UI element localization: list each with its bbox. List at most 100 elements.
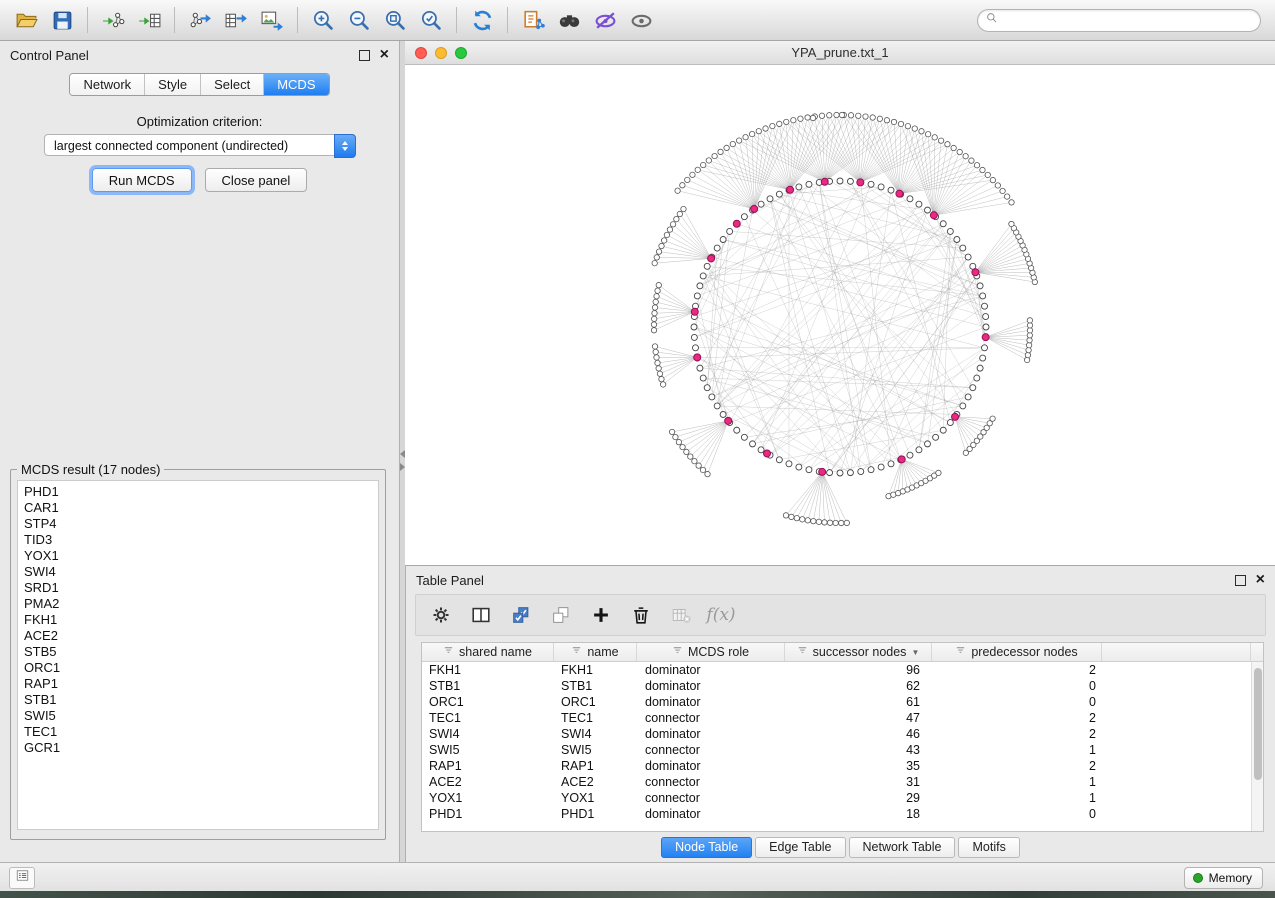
expand-right-icon[interactable] (400, 463, 405, 471)
mcds-node-item[interactable]: STP4 (18, 516, 378, 532)
tab-edge-table[interactable]: Edge Table (755, 837, 845, 858)
search-box[interactable] (977, 9, 1261, 32)
tab-network[interactable]: Network (70, 74, 144, 95)
import-network-button[interactable] (95, 4, 131, 36)
table-row[interactable]: SWI5SWI5connector431 (422, 742, 1263, 758)
function-builder-button[interactable]: f(x) (704, 599, 738, 631)
maximize-window-icon[interactable] (455, 47, 467, 59)
export-table-button[interactable] (218, 4, 254, 36)
mcds-result-list[interactable]: PHD1CAR1STP4TID3YOX1SWI4SRD1PMA2FKH1ACE2… (17, 480, 379, 830)
network-view[interactable] (405, 65, 1275, 565)
column-header-successor-nodes[interactable]: successor nodes ▼ (785, 643, 932, 661)
task-history-button[interactable] (9, 867, 35, 889)
sort-icon (443, 645, 454, 659)
deselect-all-rows-button[interactable] (544, 599, 578, 631)
column-header-mcds-role[interactable]: MCDS role (637, 643, 785, 661)
close-panel-button[interactable]: Close panel (205, 168, 308, 192)
memory-button[interactable]: Memory (1184, 867, 1263, 889)
mcds-node-item[interactable]: TID3 (18, 532, 378, 548)
zoom-fit-button[interactable] (377, 4, 413, 36)
node-table-header: shared name name MCDS role successor nod… (422, 643, 1263, 662)
mcds-node-item[interactable]: ORC1 (18, 660, 378, 676)
export-network-button[interactable] (182, 4, 218, 36)
node-table-body: FKH1FKH1dominator962STB1STB1dominator620… (422, 662, 1263, 822)
clone-network-button[interactable] (515, 4, 551, 36)
export-image-button[interactable] (254, 4, 290, 36)
table-cell: SWI4 (554, 727, 637, 741)
column-header-filler (1102, 643, 1251, 661)
column-label: shared name (459, 645, 532, 659)
criterion-dropdown[interactable]: largest connected component (undirected) (44, 134, 356, 156)
mcds-node-item[interactable]: CAR1 (18, 500, 378, 516)
search-input[interactable] (999, 10, 1260, 31)
table-row[interactable]: RAP1RAP1dominator352 (422, 758, 1263, 774)
float-panel-icon[interactable] (359, 50, 370, 61)
tab-select[interactable]: Select (200, 74, 263, 95)
open-session-button[interactable] (8, 4, 44, 36)
column-header-shared-name[interactable]: shared name (422, 643, 554, 661)
mcds-node-item[interactable]: ACE2 (18, 628, 378, 644)
network-canvas[interactable] (405, 65, 1275, 565)
show-graphics-details-button[interactable] (623, 4, 659, 36)
split-panel-button[interactable] (464, 599, 498, 631)
delete-columns-button[interactable] (624, 599, 658, 631)
table-cell: YOX1 (554, 791, 637, 805)
scrollbar-thumb[interactable] (1254, 668, 1262, 780)
zoom-out-button[interactable] (341, 4, 377, 36)
close-table-panel-icon[interactable]: × (1256, 574, 1265, 586)
tab-motifs[interactable]: Motifs (958, 837, 1019, 858)
save-session-button[interactable] (44, 4, 80, 36)
mcds-node-item[interactable]: RAP1 (18, 676, 378, 692)
toolbar-separator (297, 7, 298, 33)
zoom-selected-button[interactable] (413, 4, 449, 36)
tab-node-table[interactable]: Node Table (661, 837, 752, 858)
mcds-node-item[interactable]: PMA2 (18, 596, 378, 612)
minimize-window-icon[interactable] (435, 47, 447, 59)
column-header-predecessor-nodes[interactable]: predecessor nodes (932, 643, 1102, 661)
mcds-node-item[interactable]: SRD1 (18, 580, 378, 596)
mcds-node-item[interactable]: FKH1 (18, 612, 378, 628)
column-settings-button[interactable] (424, 599, 458, 631)
column-header-name[interactable]: name (554, 643, 637, 661)
table-row[interactable]: PHD1PHD1dominator180 (422, 806, 1263, 822)
mcds-node-item[interactable]: STB1 (18, 692, 378, 708)
table-row[interactable]: FKH1FKH1dominator962 (422, 662, 1263, 678)
mcds-node-item[interactable]: GCR1 (18, 740, 378, 756)
refresh-network-button[interactable] (464, 4, 500, 36)
mcds-node-item[interactable]: PHD1 (18, 484, 378, 500)
search-network-button[interactable] (551, 4, 587, 36)
mcds-node-item[interactable]: SWI4 (18, 564, 378, 580)
close-window-icon[interactable] (415, 47, 427, 59)
tab-mcds[interactable]: MCDS (263, 74, 328, 95)
collapse-left-icon[interactable] (400, 450, 405, 458)
mcds-node-item[interactable]: TEC1 (18, 724, 378, 740)
application-window: Control Panel × Network Style Select MCD… (0, 0, 1275, 898)
import-table-button[interactable] (131, 4, 167, 36)
table-cell: 18 (785, 807, 932, 821)
table-row[interactable]: STB1STB1dominator620 (422, 678, 1263, 694)
show-graphics-details-icon (629, 8, 654, 33)
open-session-icon (14, 8, 39, 33)
table-panel-title: Table Panel (416, 573, 484, 588)
close-panel-icon[interactable]: × (380, 49, 389, 61)
mcds-node-item[interactable]: STB5 (18, 644, 378, 660)
create-column-button[interactable] (584, 599, 618, 631)
table-row[interactable]: YOX1YOX1connector291 (422, 790, 1263, 806)
select-all-rows-button[interactable] (504, 599, 538, 631)
zoom-in-button[interactable] (305, 4, 341, 36)
run-mcds-button[interactable]: Run MCDS (92, 168, 192, 192)
tab-network-table[interactable]: Network Table (849, 837, 956, 858)
table-scrollbar[interactable] (1251, 662, 1263, 831)
mcds-node-item[interactable]: YOX1 (18, 548, 378, 564)
table-row[interactable]: TEC1TEC1connector472 (422, 710, 1263, 726)
optimization-criterion-label: Optimization criterion: (0, 114, 399, 129)
table-row[interactable]: ORC1ORC1dominator610 (422, 694, 1263, 710)
float-table-panel-icon[interactable] (1235, 575, 1246, 586)
visual-styles-button[interactable] (587, 4, 623, 36)
export-image-icon (260, 8, 285, 33)
table-row[interactable]: SWI4SWI4dominator462 (422, 726, 1263, 742)
tab-style[interactable]: Style (144, 74, 200, 95)
table-row[interactable]: ACE2ACE2connector311 (422, 774, 1263, 790)
hide-columns-button[interactable] (664, 599, 698, 631)
mcds-node-item[interactable]: SWI5 (18, 708, 378, 724)
